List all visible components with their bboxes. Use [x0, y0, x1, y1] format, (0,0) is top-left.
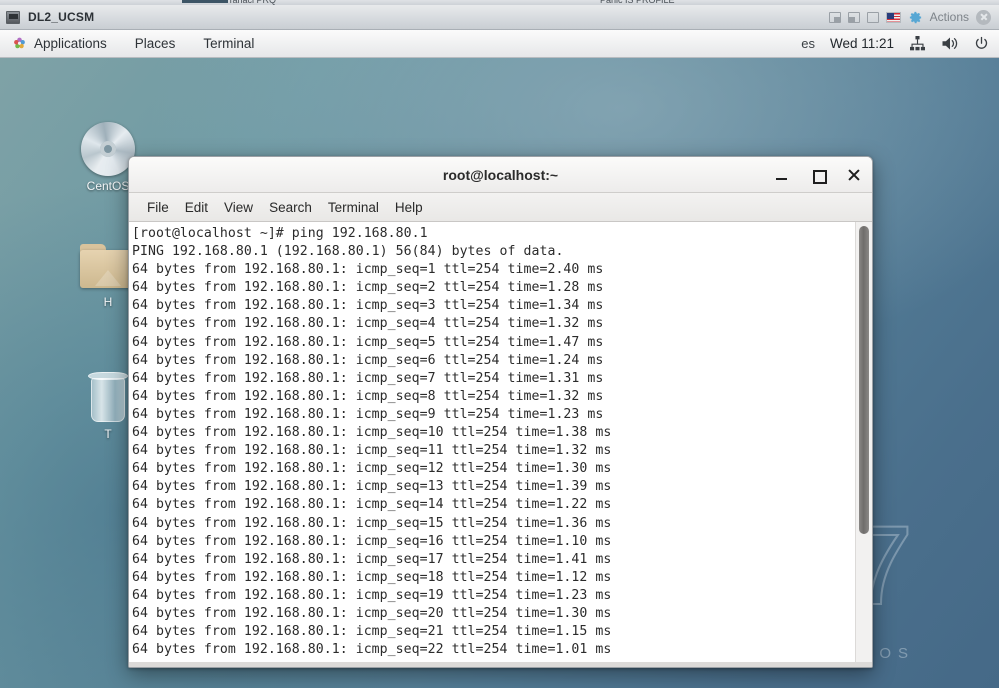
window-mode-icon[interactable] [847, 11, 860, 23]
window-mode-icon[interactable] [828, 11, 841, 23]
gnome-top-panel: Applications Places Terminal es Wed 11:2… [0, 30, 999, 58]
menu-item-terminal[interactable]: Terminal [320, 193, 387, 222]
menu-terminal-label: Terminal [203, 36, 255, 51]
terminal-scrollbar[interactable] [855, 222, 872, 662]
vm-titlebar-controls: Actions [828, 9, 993, 25]
terminal-titlebar[interactable]: root@localhost:~ [129, 157, 872, 193]
terminal-title: root@localhost:~ [442, 166, 559, 183]
close-icon[interactable] [846, 167, 862, 183]
gear-icon[interactable] [908, 10, 923, 25]
menu-applications[interactable]: Applications [10, 30, 109, 58]
maximize-icon[interactable] [810, 167, 827, 184]
vm-window-titlebar: DL2_UCSM Actions [0, 5, 999, 30]
scrollbar-thumb[interactable] [859, 226, 869, 534]
us-flag-icon[interactable] [885, 11, 901, 23]
menu-applications-label: Applications [34, 36, 107, 51]
terminal-menubar: File Edit View Search Terminal Help [129, 193, 872, 222]
menu-item-view[interactable]: View [216, 193, 261, 222]
close-icon[interactable] [976, 9, 991, 25]
network-icon[interactable] [909, 36, 926, 51]
terminal-body[interactable]: [root@localhost ~]# ping 192.168.80.1 PI… [129, 222, 872, 662]
menu-terminal[interactable]: Terminal [201, 30, 256, 58]
power-icon[interactable] [974, 36, 989, 51]
menu-places-label: Places [134, 36, 176, 51]
minimize-icon[interactable] [774, 167, 790, 183]
actions-label[interactable]: Actions [930, 10, 969, 24]
volume-icon[interactable] [941, 36, 959, 51]
menu-item-edit[interactable]: Edit [177, 193, 216, 222]
menu-item-search[interactable]: Search [261, 193, 320, 222]
background-tab-marker [182, 0, 228, 3]
panel-status-area: es Wed 11:21 [801, 36, 989, 51]
terminal-window[interactable]: root@localhost:~ File Edit View Search T… [128, 156, 873, 668]
terminal-output[interactable]: [root@localhost ~]# ping 192.168.80.1 PI… [129, 222, 855, 662]
keyboard-layout-indicator[interactable]: es [801, 36, 815, 51]
vm-window-title: DL2_UCSM [28, 10, 95, 24]
pinwheel-icon [14, 37, 25, 49]
terminal-statusbar [129, 662, 872, 667]
terminal-window-controls [774, 157, 862, 193]
window-mode-icon[interactable] [866, 11, 879, 23]
menu-item-help[interactable]: Help [387, 193, 431, 222]
vm-app-icon [6, 10, 20, 24]
menu-places[interactable]: Places [133, 30, 178, 58]
desktop[interactable]: 7 ENTOS CentOS H T root@localhost:~ [0, 58, 999, 688]
menu-item-file[interactable]: File [139, 193, 177, 222]
panel-clock[interactable]: Wed 11:21 [830, 36, 894, 51]
screen: Tanaci PRQ Panic IS PROFILE DL2_UCSM Act… [0, 0, 999, 688]
